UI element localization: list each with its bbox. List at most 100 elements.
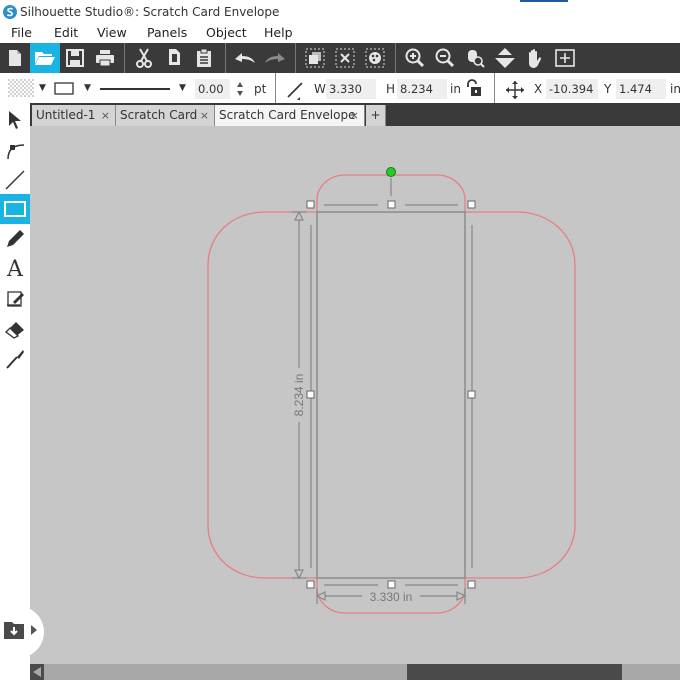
height-input[interactable]: 8.234 bbox=[397, 79, 447, 99]
open-folder-icon bbox=[35, 52, 55, 65]
open-button[interactable] bbox=[30, 43, 60, 73]
zoom-in-button[interactable] bbox=[400, 43, 430, 73]
undo-icon bbox=[235, 53, 255, 63]
pan-button[interactable] bbox=[520, 43, 550, 73]
line-weight-preview[interactable] bbox=[100, 88, 170, 90]
tab-close-icon[interactable]: × bbox=[350, 105, 359, 126]
selected-rectangle[interactable] bbox=[316, 211, 466, 579]
menu-object[interactable]: Object bbox=[206, 25, 247, 40]
fit-to-page-button[interactable] bbox=[490, 43, 520, 73]
resize-handle-bottom-right[interactable] bbox=[467, 580, 476, 589]
fill-pattern-icon[interactable] bbox=[8, 79, 34, 97]
zoom-out-button[interactable] bbox=[430, 43, 460, 73]
new-document-icon bbox=[9, 50, 21, 66]
line-thickness-input[interactable]: 0.00 bbox=[195, 79, 230, 99]
resize-handle-top[interactable] bbox=[387, 200, 396, 209]
tab-close-icon[interactable]: × bbox=[101, 105, 110, 126]
line-icon bbox=[5, 170, 25, 190]
paste-button[interactable] bbox=[189, 43, 219, 73]
line-style-icon[interactable] bbox=[54, 82, 74, 95]
zoom-selection-button[interactable] bbox=[460, 43, 490, 73]
fill-dropdown-arrow-icon[interactable]: ▼ bbox=[39, 83, 46, 93]
resize-handle-top-right[interactable] bbox=[467, 200, 476, 209]
new-document-button[interactable] bbox=[0, 43, 30, 73]
rotation-handle[interactable] bbox=[386, 167, 396, 177]
point-edit-tool[interactable] bbox=[0, 135, 30, 165]
menu-edit[interactable]: Edit bbox=[54, 25, 78, 40]
redo-button[interactable] bbox=[260, 43, 290, 73]
scissors-icon bbox=[136, 48, 152, 68]
knife-tool[interactable] bbox=[0, 344, 30, 374]
fill-color-button[interactable] bbox=[360, 43, 390, 73]
horizontal-scrollbar[interactable] bbox=[30, 664, 680, 680]
palette-icon bbox=[365, 48, 385, 68]
line-thickness-unit: pt bbox=[254, 82, 267, 96]
menu-bar: File Edit View Panels Object Help bbox=[0, 24, 680, 43]
resize-handle-left[interactable] bbox=[306, 390, 315, 399]
height-dimension-label: 8.234 in bbox=[292, 374, 306, 417]
redo-icon bbox=[265, 53, 285, 63]
delete-selection-button[interactable] bbox=[330, 43, 360, 73]
draw-tool[interactable] bbox=[0, 224, 30, 254]
menu-file[interactable]: File bbox=[11, 25, 32, 40]
position-unit: in bbox=[670, 82, 680, 96]
fit-screen-icon bbox=[555, 49, 575, 67]
envelope-cut-line[interactable] bbox=[207, 174, 576, 614]
tab-untitled-1[interactable]: Untitled-1 × bbox=[32, 105, 116, 126]
tab-label: Scratch Card Envelope bbox=[219, 108, 356, 122]
y-position-input[interactable]: 1.474 bbox=[616, 79, 666, 99]
text-icon: A bbox=[7, 256, 23, 282]
move-icon bbox=[506, 81, 524, 99]
tab-scratch-card-envelope[interactable]: Scratch Card Envelope × bbox=[215, 105, 365, 126]
hand-icon bbox=[529, 49, 542, 68]
select-tool[interactable] bbox=[0, 105, 30, 135]
undo-button[interactable] bbox=[230, 43, 260, 73]
properties-separator bbox=[494, 73, 495, 103]
envelope-drawing: 3.330 in 8.234 in bbox=[207, 167, 576, 614]
eraser-icon bbox=[5, 322, 24, 339]
resize-handle-right[interactable] bbox=[467, 390, 476, 399]
resize-handle-top-left[interactable] bbox=[306, 200, 315, 209]
document-tabs: Untitled-1 × Scratch Card × Scratch Card… bbox=[30, 103, 680, 126]
tab-scratch-card[interactable]: Scratch Card × bbox=[116, 105, 215, 126]
left-toolbar: A bbox=[0, 103, 30, 680]
window-title: Silhouette Studio®: Scratch Card Envelop… bbox=[20, 5, 280, 19]
zoom-fit-button[interactable] bbox=[550, 43, 580, 73]
sketch-icon bbox=[7, 291, 24, 307]
text-tool[interactable]: A bbox=[0, 254, 30, 284]
zoom-in-icon bbox=[405, 48, 425, 68]
tab-label: Untitled-1 bbox=[36, 108, 96, 122]
print-button[interactable] bbox=[90, 43, 120, 73]
menu-panels[interactable]: Panels bbox=[147, 25, 187, 40]
scrollbar-thumb[interactable] bbox=[407, 664, 622, 680]
line-tool[interactable] bbox=[0, 165, 30, 195]
tab-close-icon[interactable]: × bbox=[200, 105, 209, 126]
toolbar-separator bbox=[225, 43, 226, 73]
cut-button[interactable] bbox=[129, 43, 159, 73]
add-tab-button[interactable]: + bbox=[366, 105, 386, 126]
group-button[interactable] bbox=[300, 43, 330, 73]
menu-help[interactable]: Help bbox=[264, 25, 293, 40]
eraser-tool[interactable] bbox=[0, 314, 30, 344]
scroll-left-button[interactable] bbox=[30, 664, 44, 680]
x-position-input[interactable]: -10.394 bbox=[546, 79, 598, 99]
toolbar-separator bbox=[295, 43, 296, 73]
library-download-icon bbox=[4, 622, 24, 639]
lock-aspect-icon[interactable] bbox=[465, 79, 483, 97]
resize-handle-bottom[interactable] bbox=[387, 580, 396, 589]
save-button[interactable] bbox=[60, 43, 90, 73]
resize-handle-bottom-left[interactable] bbox=[306, 580, 315, 589]
width-input[interactable]: 3.330 bbox=[326, 79, 376, 99]
line-weight-dropdown-arrow-icon[interactable]: ▼ bbox=[179, 83, 186, 93]
rectangle-tool[interactable] bbox=[0, 194, 30, 224]
size-icon bbox=[287, 82, 303, 100]
thickness-spinner-icon[interactable] bbox=[236, 81, 244, 97]
menu-view[interactable]: View bbox=[97, 25, 127, 40]
sketch-tool[interactable] bbox=[0, 284, 30, 314]
bezier-icon bbox=[7, 144, 25, 160]
x-label: X bbox=[534, 82, 543, 96]
line-style-dropdown-arrow-icon[interactable]: ▼ bbox=[84, 83, 91, 93]
zoom-selection-icon bbox=[468, 50, 485, 68]
design-canvas[interactable]: 3.330 in 8.234 in bbox=[30, 126, 680, 664]
copy-button[interactable] bbox=[159, 43, 189, 73]
